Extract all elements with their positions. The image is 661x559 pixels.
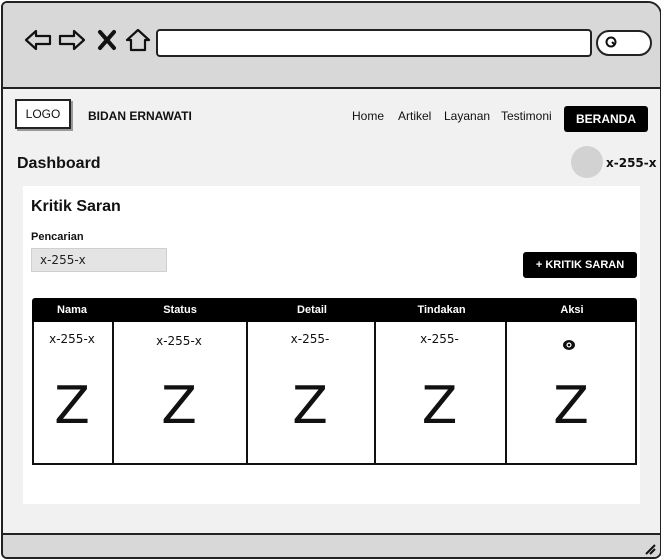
- status-bar: [3, 533, 660, 557]
- kritik-saran-table: Nama Status Detail Tindakan Aksi x-255-x…: [32, 298, 637, 466]
- arrow-left-icon[interactable]: [23, 25, 53, 55]
- column-header-status: Status: [163, 304, 197, 316]
- placeholder-z: Z: [161, 376, 197, 436]
- search-label: Pencarian: [31, 231, 84, 243]
- eye-icon[interactable]: [562, 336, 576, 355]
- nav-testimoni[interactable]: Testimoni: [501, 109, 552, 123]
- placeholder-z: Z: [421, 376, 458, 436]
- address-bar[interactable]: [156, 29, 592, 57]
- table-cell-nama: x-255-x: [49, 332, 95, 346]
- placeholder-z: Z: [553, 376, 589, 436]
- logo: LOGO: [15, 99, 71, 129]
- add-kritik-saran-button[interactable]: + KRITIK SARAN: [523, 252, 637, 278]
- brand-name: BIDAN ERNAWATI: [88, 109, 192, 123]
- browser-chrome: [3, 3, 660, 89]
- column-header-detail: Detail: [297, 304, 327, 316]
- table-cell-tindakan: x-255-: [420, 332, 459, 346]
- home-icon[interactable]: [123, 25, 153, 55]
- column-header-aksi: Aksi: [560, 304, 584, 316]
- table-cell-detail: x-255-: [290, 332, 330, 346]
- section-title: Kritik Saran: [31, 198, 121, 215]
- beranda-button[interactable]: BERANDA: [564, 106, 648, 132]
- x-icon[interactable]: [95, 25, 125, 55]
- browser-window: LOGO BIDAN ERNAWATI Home Artikel Layanan…: [1, 1, 661, 559]
- search-input[interactable]: x-255-x: [31, 248, 167, 272]
- nav-artikel[interactable]: Artikel: [398, 109, 431, 123]
- nav-home[interactable]: Home: [352, 109, 384, 123]
- column-header-nama: Nama: [57, 304, 87, 316]
- placeholder-z: Z: [292, 376, 328, 436]
- table-header: Nama Status Detail Tindakan Aksi: [32, 298, 637, 322]
- resize-handle-icon[interactable]: [642, 541, 656, 555]
- avatar[interactable]: [571, 146, 603, 178]
- page-title: Dashboard: [17, 155, 101, 172]
- browser-search-button[interactable]: [596, 30, 652, 56]
- placeholder-z: Z: [54, 376, 90, 436]
- nav-layanan[interactable]: Layanan: [444, 109, 490, 123]
- arrow-right-icon[interactable]: [57, 25, 87, 55]
- app-header: LOGO BIDAN ERNAWATI Home Artikel Layanan…: [3, 89, 660, 145]
- content-panel: Kritik Saran Pencarian x-255-x + KRITIK …: [23, 186, 640, 504]
- user-name: x-255-x: [606, 156, 657, 170]
- table-cell-status: x-255-x: [156, 334, 202, 348]
- column-header-tindakan: Tindakan: [417, 304, 466, 316]
- search-icon: [605, 36, 617, 48]
